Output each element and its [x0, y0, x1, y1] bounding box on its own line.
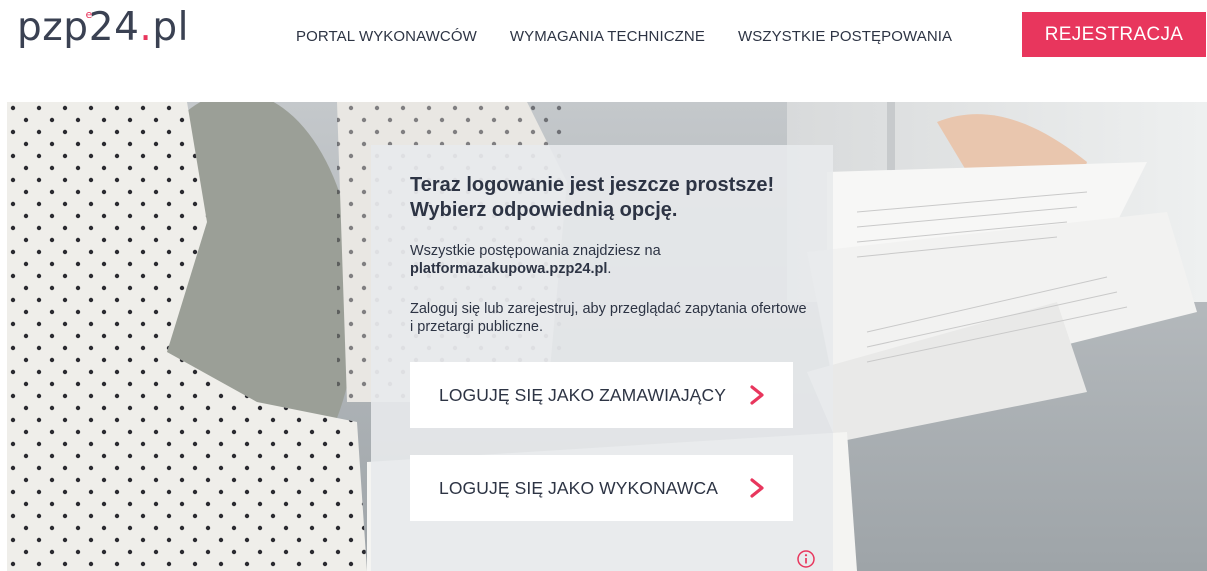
logo-part2: 24	[88, 5, 140, 50]
platform-link[interactable]: platformazakupowa.pzp24.pl	[410, 261, 607, 277]
site-header: pzpe24.pl PORTAL WYKONAWCÓW WYMAGANIA TE…	[0, 0, 1207, 102]
panel-info-text: Wszystkie postępowania znajdziesz na pla…	[410, 242, 810, 278]
login-zamawiajacy-button[interactable]: LOGUJĘ SIĘ JAKO ZAMAWIAJĄCY	[410, 362, 793, 428]
logo-part1: pzp	[17, 5, 89, 50]
logo-dot: .	[139, 5, 153, 50]
info-icon[interactable]	[796, 549, 816, 569]
panel-description: Zaloguj się lub zarejestruj, aby przeglą…	[410, 301, 807, 335]
register-button[interactable]: REJESTRACJA	[1022, 12, 1206, 57]
chevron-right-icon	[750, 478, 764, 498]
logo-sup: e	[85, 8, 93, 21]
panel-info-prefix: Wszystkie postępowania znajdziesz na	[410, 243, 661, 259]
login-panel: Teraz logowanie jest jeszcze prostsze! W…	[371, 145, 833, 571]
login-wykonawca-button[interactable]: LOGUJĘ SIĘ JAKO WYKONAWCA	[410, 455, 793, 521]
logo[interactable]: pzpe24.pl	[17, 6, 189, 59]
chevron-right-icon	[750, 385, 764, 405]
login-zamawiajacy-label: LOGUJĘ SIĘ JAKO ZAMAWIAJĄCY	[439, 384, 726, 405]
panel-title: Teraz logowanie jest jeszcze prostsze! W…	[410, 174, 775, 221]
panel-info-suffix: .	[607, 261, 612, 277]
hero-section: Teraz logowanie jest jeszcze prostsze! W…	[7, 102, 1207, 571]
nav-portal-wykonawcow[interactable]: PORTAL WYKONAWCÓW	[296, 28, 477, 45]
main-nav: PORTAL WYKONAWCÓW WYMAGANIA TECHNICZNE W…	[296, 26, 952, 46]
nav-wszystkie-postepowania[interactable]: WSZYSTKIE POSTĘPOWANIA	[738, 28, 952, 45]
logo-part3: pl	[152, 5, 189, 50]
login-wykonawca-label: LOGUJĘ SIĘ JAKO WYKONAWCA	[439, 477, 718, 498]
nav-wymagania-techniczne[interactable]: WYMAGANIA TECHNICZNE	[510, 28, 705, 45]
